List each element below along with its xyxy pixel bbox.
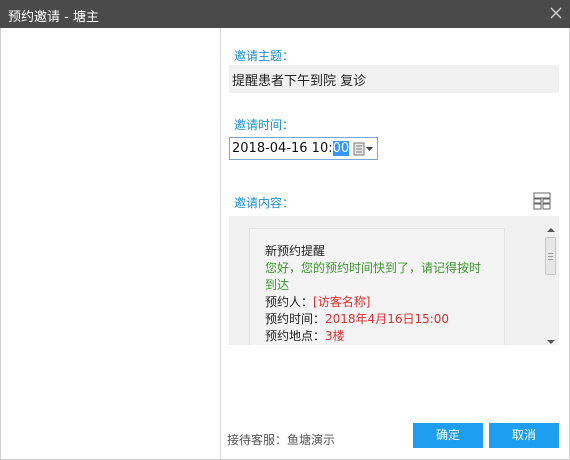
scroll-up-icon[interactable] bbox=[547, 222, 555, 232]
scroll-down-icon[interactable] bbox=[547, 334, 555, 344]
cancel-button[interactable]: 取消 bbox=[489, 423, 559, 448]
grip-line bbox=[548, 256, 553, 257]
appointment-time-label: 预约时间： bbox=[265, 312, 326, 326]
appointment-time-value: 2018年4月16日15:00 bbox=[325, 312, 450, 326]
booker-label: 预约人： bbox=[265, 295, 314, 309]
layout-icon[interactable] bbox=[533, 192, 551, 210]
message-greeting: 您好，您的预约时间快到了，请记得按时到达 bbox=[265, 261, 482, 292]
place-label: 预约地点： bbox=[265, 329, 326, 343]
message-title: 新预约提醒 bbox=[265, 244, 326, 258]
booker-line: 预约人：[访客名称] bbox=[265, 294, 504, 311]
datetime-input[interactable]: 2018-04-16 10:00 bbox=[229, 137, 378, 160]
host-info: 接待客服：鱼塘演示 bbox=[227, 433, 336, 447]
calendar-icon bbox=[353, 142, 373, 156]
close-icon[interactable] bbox=[548, 5, 564, 21]
grip-line bbox=[548, 253, 553, 254]
datetime-value-prefix: 2018-04-16 10: bbox=[232, 141, 333, 156]
content-preview[interactable]: 新预约提醒 您好，您的预约时间快到了，请记得按时到达 预约人：[访客名称] 预约… bbox=[229, 216, 559, 345]
grip-line bbox=[548, 259, 553, 260]
topic-value: 提醒患者下午到院 复诊 bbox=[232, 74, 367, 89]
chevron-down-icon bbox=[366, 147, 373, 151]
content-label: 邀请内容： bbox=[234, 196, 295, 210]
place-value: 3楼 bbox=[325, 329, 345, 343]
confirm-button[interactable]: 确定 bbox=[413, 423, 483, 448]
window-title: 预约邀请 - 塘主 bbox=[8, 10, 99, 25]
title-bar: 预约邀请 - 塘主 bbox=[0, 0, 570, 28]
time-label: 邀请时间： bbox=[234, 118, 295, 132]
scrollbar[interactable] bbox=[543, 216, 559, 345]
place-line: 预约地点：3楼 bbox=[265, 328, 504, 345]
topic-label: 邀请主题： bbox=[234, 49, 295, 63]
booker-value: [访客名称] bbox=[313, 295, 371, 309]
scroll-thumb[interactable] bbox=[545, 237, 556, 275]
datetime-value: 2018-04-16 10:00 bbox=[232, 141, 350, 156]
left-panel bbox=[1, 28, 221, 459]
topic-field[interactable]: 提醒患者下午到院 复诊 bbox=[229, 65, 559, 93]
time-line: 预约时间：2018年4月16日15:00 bbox=[265, 311, 504, 328]
datetime-selected-minutes: 00 bbox=[332, 141, 350, 156]
calendar-dropdown-button[interactable] bbox=[353, 142, 375, 156]
message-card: 新预约提醒 您好，您的预约时间快到了，请记得按时到达 预约人：[访客名称] 预约… bbox=[249, 228, 505, 345]
